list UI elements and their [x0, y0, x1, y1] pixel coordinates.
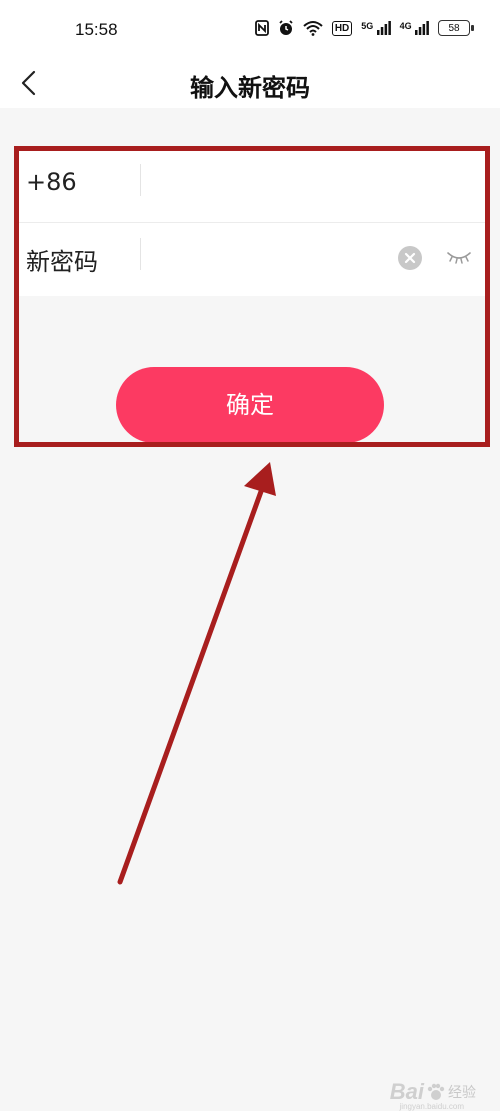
- nav-bar: 输入新密码: [0, 58, 500, 108]
- divider: [140, 164, 141, 196]
- confirm-button[interactable]: 确定: [116, 367, 384, 443]
- wifi-icon: [303, 21, 323, 36]
- hd-icon: HD: [331, 20, 353, 36]
- page-title: 输入新密码: [190, 74, 310, 102]
- alarm-icon: [279, 20, 293, 35]
- password-form: +86 新密码: [16, 148, 488, 296]
- status-icons: HD 5G 4G 58: [254, 20, 474, 36]
- password-input[interactable]: [150, 238, 394, 280]
- signal-4g-icon: 4G: [400, 21, 429, 36]
- country-code[interactable]: +86: [26, 168, 77, 196]
- watermark-text: 经验: [448, 1084, 476, 1100]
- clear-icon: [404, 252, 416, 264]
- signal-4g-label: 4G: [399, 20, 412, 31]
- signal-5g-label: 5G: [361, 20, 374, 31]
- divider: [140, 238, 141, 270]
- eye-closed-icon: [447, 252, 471, 264]
- password-row: 新密码: [16, 222, 488, 296]
- battery-level: 58: [448, 22, 460, 34]
- paw-icon: [427, 1083, 445, 1100]
- signal-5g-icon: 5G: [361, 20, 391, 36]
- password-label: 新密码: [26, 248, 98, 276]
- phone-row: +86: [16, 148, 488, 223]
- status-bar: 15:58 HD 5G 4G 58: [0, 0, 500, 58]
- phone-input[interactable]: [150, 164, 394, 206]
- toggle-visibility-button[interactable]: [446, 248, 472, 266]
- nfc-icon: [254, 20, 269, 36]
- watermark-url: jingyan.baidu.com: [399, 1102, 464, 1111]
- battery-icon: 58: [438, 20, 474, 36]
- status-time: 15:58: [75, 20, 118, 39]
- clear-button[interactable]: [398, 246, 422, 270]
